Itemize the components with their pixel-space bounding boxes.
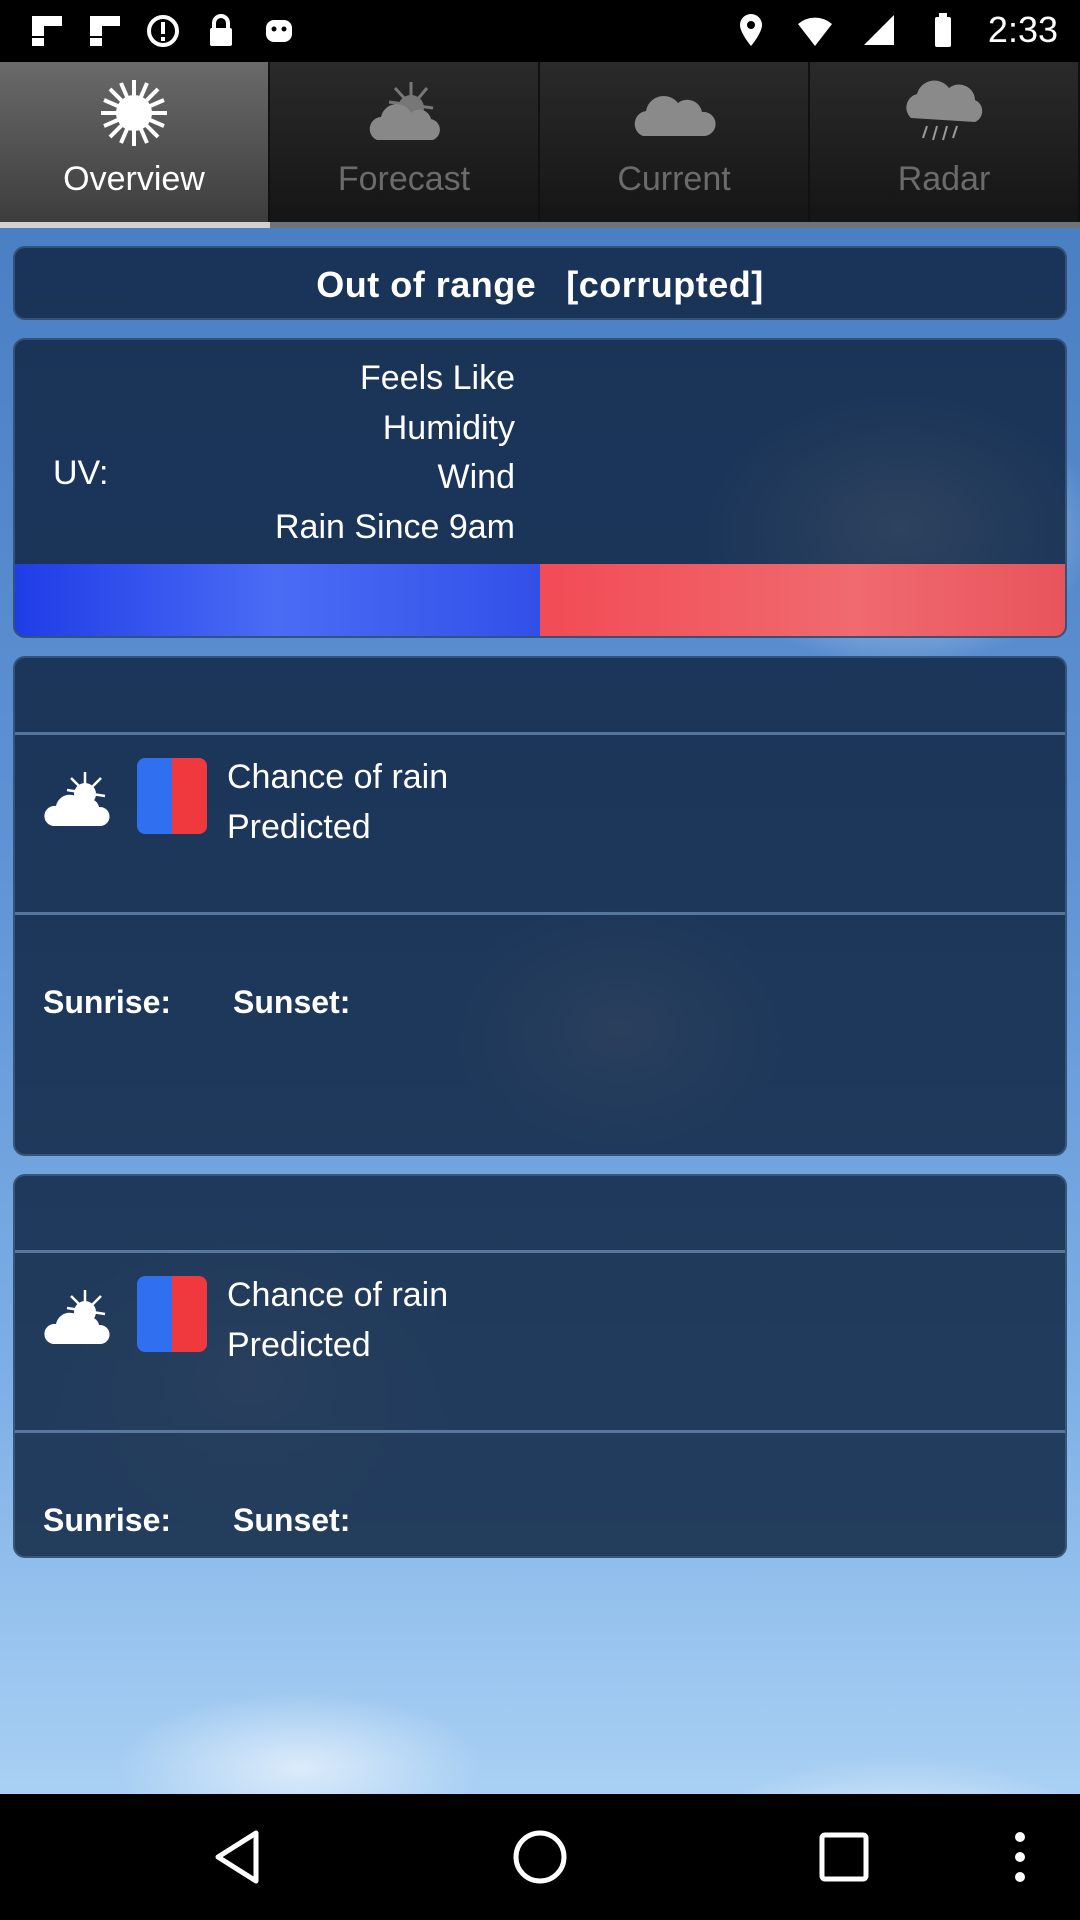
temperature-bar-cold [15,564,540,636]
predicted-label: Predicted [227,1325,371,1364]
android-icon [266,20,292,42]
chance-of-rain-label: Chance of rain [227,758,449,796]
predicted-label: Predicted [227,807,371,846]
sun-cloud-icon [44,1290,110,1344]
back-icon[interactable] [208,1827,268,1887]
flipboard-icon [32,16,62,46]
rain-chance-indicator [137,758,207,834]
sun-cloud-icon [44,772,110,826]
tab-radar[interactable]: Radar [810,62,1080,222]
sun-cloud-icon [369,82,440,140]
data-saver-icon [147,15,179,47]
divider [15,912,1065,915]
forecast-day-card[interactable]: Chance of rain Predicted Sunrise: Sunset… [13,1174,1067,1558]
more-options-icon[interactable] [1000,1827,1040,1887]
tab-overview-label: Overview [63,160,205,198]
rain-since-label: Rain Since 9am [274,507,515,546]
tab-current-label: Current [617,160,731,198]
flipboard-icon [90,16,120,46]
feels-like-label: Feels Like [360,359,515,397]
recents-icon[interactable] [814,1827,874,1887]
divider [15,732,1065,735]
wifi-icon [797,17,832,46]
location-icon [739,14,762,46]
rain-chance-indicator [137,1276,207,1352]
tab-forecast[interactable]: Forecast [270,62,540,222]
humidity-label: Humidity [382,408,515,447]
divider [15,1430,1065,1433]
forecast-day-card[interactable]: Chance of rain Predicted Sunrise: Sunset… [13,656,1067,1156]
sunrise-label: Sunrise: [43,1502,172,1538]
tab-forecast-label: Forecast [337,160,471,198]
location-header: Out of range [corrupted] [13,246,1067,320]
rain-cloud-icon [906,80,983,141]
sunset-label: Sunset: [233,1502,351,1538]
tab-overview[interactable]: Overview [0,62,270,222]
divider [15,1250,1065,1253]
sunrise-label: Sunrise: [43,984,172,1020]
wind-label: Wind [437,458,515,496]
location-name: [corrupted] [566,264,764,305]
lock-icon [210,14,232,46]
battery-icon [934,13,951,47]
sun-icon [101,80,167,146]
range-status: Out of range [316,264,537,305]
temperature-bar-hot [540,564,1065,636]
chance-of-rain-label: Chance of rain [227,1276,449,1314]
current-details: Feels Like Humidity Wind Rain Since 9am … [13,338,1067,638]
signal-icon [863,15,894,45]
status-bar: 2:33 [0,0,1080,62]
sunset-label: Sunset: [233,984,351,1020]
tab-current[interactable]: Current [540,62,810,222]
cloud-icon [634,95,716,136]
uv-label: UV: [53,454,109,492]
status-time: 2:33 [987,9,1058,50]
tab-radar-label: Radar [897,160,991,198]
home-icon[interactable] [510,1827,570,1887]
tab-bar: Overview Forecast Current Radar [0,62,1080,228]
navigation-bar [0,1794,1080,1920]
temperature-bar [15,564,1065,636]
